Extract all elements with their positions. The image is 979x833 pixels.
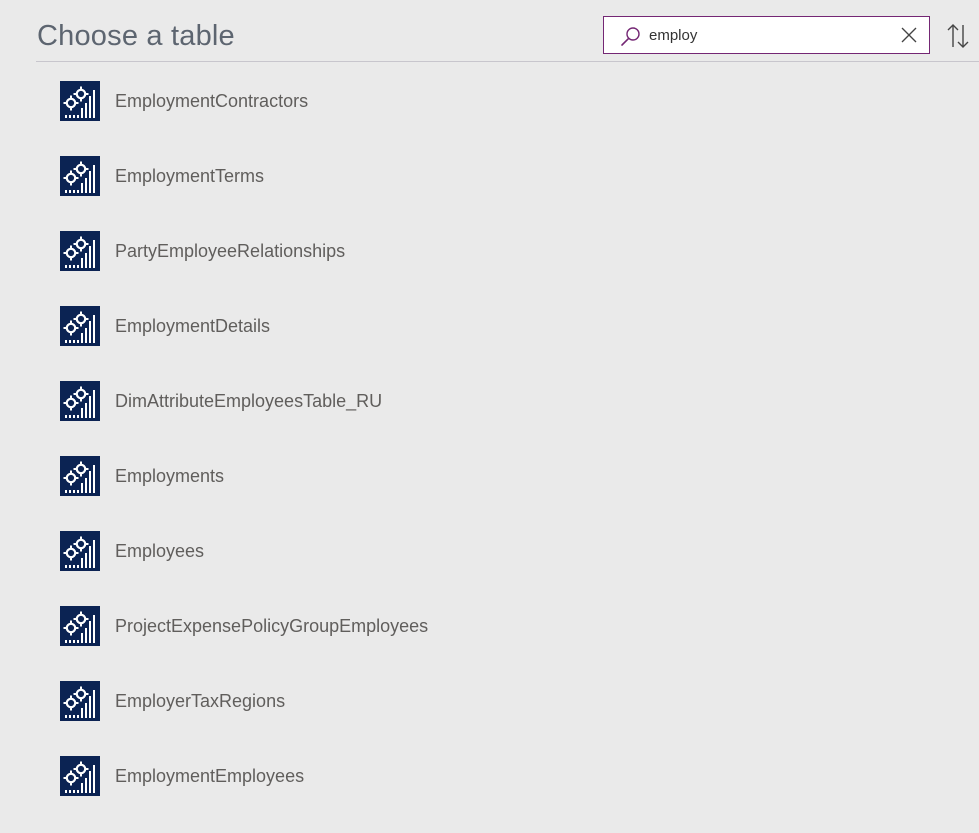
entity-table-icon <box>60 680 100 721</box>
entity-table-icon <box>60 455 100 496</box>
table-name: Employees <box>115 540 205 561</box>
table-list-item[interactable]: Employments <box>60 438 428 513</box>
table-list-item[interactable]: EmploymentDetails <box>60 288 428 363</box>
entity-table-icon <box>60 155 100 196</box>
table-name: EmployerTaxRegions <box>115 690 286 711</box>
entity-table-icon <box>60 80 100 121</box>
table-name: ProjectExpensePolicyGroupEmployees <box>115 615 429 636</box>
table-list-item[interactable]: Employees <box>60 513 428 588</box>
table-list-item[interactable]: EmployerTaxRegions <box>60 663 428 738</box>
choose-table-panel: Choose a table employ EmploymentContract… <box>0 0 979 833</box>
sort-icon[interactable] <box>946 22 970 50</box>
table-list-item[interactable]: EmploymentContractors <box>60 63 428 138</box>
entity-table-icon <box>60 605 100 646</box>
table-name: EmploymentContractors <box>115 90 309 111</box>
entity-table-icon <box>60 380 100 421</box>
table-name: Employments <box>115 465 225 486</box>
search-box[interactable] <box>603 16 930 54</box>
table-list-item[interactable]: EmploymentEmployees <box>60 738 428 813</box>
table-list: EmploymentContractors EmploymentTerms Pa… <box>60 80 428 813</box>
entity-table-icon <box>60 755 100 796</box>
table-list-item[interactable]: PartyEmployeeRelationships <box>60 213 428 288</box>
table-list-item[interactable]: EmploymentTerms <box>60 138 428 213</box>
header-divider <box>36 61 979 62</box>
page-title: Choose a table <box>37 20 235 52</box>
table-name: PartyEmployeeRelationships <box>115 240 346 261</box>
search-input[interactable] <box>649 23 889 47</box>
entity-table-icon <box>60 230 100 271</box>
entity-table-icon <box>60 305 100 346</box>
table-list-item[interactable]: DimAttributeEmployeesTable_RU <box>60 363 428 438</box>
table-name: EmploymentDetails <box>115 315 271 336</box>
search-icon <box>621 27 640 46</box>
table-name: EmploymentTerms <box>115 165 265 186</box>
table-name: EmploymentEmployees <box>115 765 305 786</box>
table-list-item[interactable]: ProjectExpensePolicyGroupEmployees <box>60 588 428 663</box>
entity-table-icon <box>60 530 100 571</box>
table-name: DimAttributeEmployeesTable_RU <box>115 390 383 411</box>
close-icon[interactable] <box>901 27 917 43</box>
